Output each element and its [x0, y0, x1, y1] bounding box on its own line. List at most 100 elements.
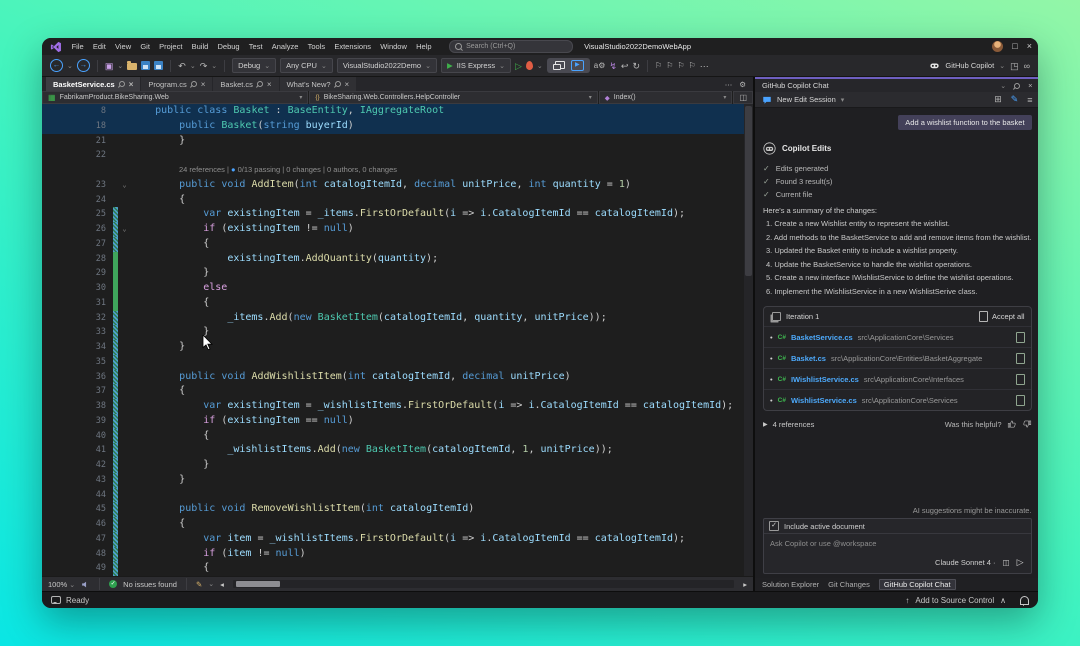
code-line[interactable]: 35: [42, 355, 753, 370]
prev-bookmark-icon[interactable]: ⚐: [666, 60, 673, 72]
code-line[interactable]: 43 }: [42, 473, 753, 488]
fold-chevron-icon[interactable]: ⌄: [118, 178, 131, 193]
pen-edit-icon[interactable]: ✎: [196, 580, 202, 589]
session-dropdown-icon[interactable]: ▾: [841, 96, 845, 104]
hscroll-right-arrow[interactable]: ▸: [743, 580, 747, 589]
code-line[interactable]: 8 public class Basket : BaseEntity, IAgg…: [42, 104, 753, 119]
back-dropdown-icon[interactable]: ⌄: [67, 62, 73, 70]
configuration-dropdown[interactable]: Debug⌄: [232, 58, 276, 73]
new-session-icon[interactable]: ⊞: [994, 94, 1002, 105]
code-line[interactable]: 33 }: [42, 325, 753, 340]
share-icon[interactable]: ◳: [1010, 60, 1019, 72]
new-project-button[interactable]: ▣: [105, 60, 114, 72]
code-line[interactable]: 32 _items.Add(new BasketItem(catalogItem…: [42, 311, 753, 326]
rename-gear-icon[interactable]: a⚙: [594, 60, 606, 72]
code-line[interactable]: 30 else: [42, 281, 753, 296]
hot-reload-dropdown-icon[interactable]: ⌄: [537, 62, 543, 70]
close-icon[interactable]: ×: [345, 80, 350, 89]
search-input[interactable]: Search (Ctrl+Q): [449, 40, 573, 53]
close-button[interactable]: ×: [1027, 42, 1032, 51]
code-cleanup-icon[interactable]: ↯: [609, 60, 617, 72]
copilot-status-label[interactable]: GitHub Copilot: [945, 61, 994, 70]
codelens-row[interactable]: 24 references | ● 0/13 passing | 0 chang…: [42, 163, 753, 178]
code-line[interactable]: 38 var existingItem = _wishlistItems.Fir…: [42, 399, 753, 414]
code-line[interactable]: 48 if (item != null): [42, 547, 753, 562]
code-line[interactable]: 49 {: [42, 561, 753, 576]
code-line[interactable]: 45 public void RemoveWishlistItem(int ca…: [42, 502, 753, 517]
member-dropdown[interactable]: ◆ Index() ▾: [599, 91, 733, 104]
undo-dropdown-icon[interactable]: ⌄: [190, 62, 196, 70]
model-picker[interactable]: Claude Sonnet 4 ·: [935, 558, 995, 567]
undo-button[interactable]: ↶: [178, 60, 186, 72]
start-without-debugging-icon[interactable]: ▷: [515, 60, 522, 72]
toolbar-overflow-icon[interactable]: ⋯: [700, 60, 709, 72]
attach-context-icon[interactable]: ◫: [1003, 558, 1010, 567]
close-icon[interactable]: ×: [201, 80, 206, 89]
open-folder-button[interactable]: [127, 63, 137, 70]
open-diff-icon[interactable]: [1016, 353, 1025, 364]
session-title[interactable]: New Edit Session: [777, 95, 836, 104]
pin-icon[interactable]: [190, 80, 198, 88]
navigate-forward-button[interactable]: →: [77, 59, 90, 72]
split-editor-icon[interactable]: ◫: [733, 91, 753, 104]
tab-program-cs[interactable]: Program.cs×: [141, 77, 212, 91]
menu-git[interactable]: Git: [136, 42, 155, 51]
tab-settings-gear-icon[interactable]: ⚙: [739, 80, 746, 89]
changed-file-row[interactable]: •C#BasketService.cssrc\ApplicationCore\S…: [764, 326, 1031, 347]
code-line[interactable]: 44: [42, 488, 753, 503]
code-line[interactable]: 21 }: [42, 134, 753, 149]
panel-options-icon[interactable]: ⌄: [1000, 82, 1006, 90]
pin-icon[interactable]: [333, 80, 341, 88]
editor-vertical-scrollbar[interactable]: [744, 104, 753, 576]
next-bookmark-icon[interactable]: ⚐: [677, 60, 684, 72]
thumbs-down-icon[interactable]: [1022, 419, 1032, 429]
pin-icon[interactable]: [256, 80, 264, 88]
menu-window[interactable]: Window: [376, 42, 412, 51]
code-line[interactable]: 25 var existingItem = _items.FirstOrDefa…: [42, 207, 753, 222]
tab-what-s-new-[interactable]: What's New?×: [280, 77, 357, 91]
code-editor[interactable]: 8 public class Basket : BaseEntity, IAgg…: [42, 104, 753, 576]
changed-file-row[interactable]: •C#WishlistService.cssrc\ApplicationCore…: [764, 389, 1031, 410]
issues-status[interactable]: No issues found: [123, 580, 177, 589]
menu-debug[interactable]: Debug: [213, 42, 244, 51]
platform-dropdown[interactable]: Any CPU⌄: [280, 58, 333, 73]
code-line[interactable]: 27 {: [42, 237, 753, 252]
chat-input[interactable]: Ask Copilot or use @workspace: [764, 534, 1031, 557]
redo-button[interactable]: ↷: [200, 60, 208, 72]
session-list-icon[interactable]: ≡: [1027, 95, 1032, 105]
fold-chevron-icon[interactable]: ⌄: [118, 222, 131, 237]
tool-tab-github-copilot-chat[interactable]: GitHub Copilot Chat: [879, 579, 956, 590]
type-dropdown[interactable]: {} BikeSharing.Web.Controllers.HelpContr…: [309, 91, 597, 104]
source-control-caret-icon[interactable]: ∧: [1000, 596, 1006, 605]
code-line[interactable]: 29 }: [42, 266, 753, 281]
add-to-source-control-button[interactable]: Add to Source Control: [915, 596, 994, 605]
menu-view[interactable]: View: [110, 42, 135, 51]
code-line[interactable]: 40 {: [42, 429, 753, 444]
hscroll-left-arrow[interactable]: ◂: [220, 580, 224, 589]
code-line[interactable]: 39 if (existingItem == null): [42, 414, 753, 429]
open-diff-icon[interactable]: [1016, 395, 1025, 406]
screen-cast-icon[interactable]: [553, 61, 565, 70]
code-line[interactable]: 23⌄ public void AddItem(int catalogItemI…: [42, 178, 753, 193]
code-line[interactable]: 26⌄ if (existingItem != null): [42, 222, 753, 237]
menu-file[interactable]: File: [67, 42, 88, 51]
editor-horizontal-scrollbar[interactable]: [233, 580, 734, 588]
link-icon[interactable]: ∞: [1024, 60, 1030, 72]
tab-basket-cs[interactable]: Basket.cs×: [213, 77, 278, 91]
code-line[interactable]: 46 {: [42, 517, 753, 532]
thumbs-up-icon[interactable]: [1007, 419, 1017, 429]
hot-reload-icon[interactable]: [526, 61, 533, 70]
code-line[interactable]: 37 {: [42, 384, 753, 399]
navigate-back-button[interactable]: ←: [50, 59, 63, 72]
code-line[interactable]: 31 {: [42, 296, 753, 311]
references-expander-icon[interactable]: ▶: [763, 421, 768, 428]
zoom-level-dropdown[interactable]: 100% ⌄: [48, 580, 75, 589]
startup-project-dropdown[interactable]: VisualStudio2022Demo⌄: [337, 58, 437, 73]
user-avatar[interactable]: [992, 41, 1003, 52]
open-diff-icon[interactable]: [1016, 374, 1025, 385]
menu-build[interactable]: Build: [187, 42, 213, 51]
new-dropdown-icon[interactable]: ⌄: [117, 62, 123, 70]
save-all-button[interactable]: [154, 61, 163, 70]
redo-dropdown-icon[interactable]: ⌄: [211, 62, 217, 70]
clear-bookmarks-icon[interactable]: ⚐: [689, 60, 696, 72]
